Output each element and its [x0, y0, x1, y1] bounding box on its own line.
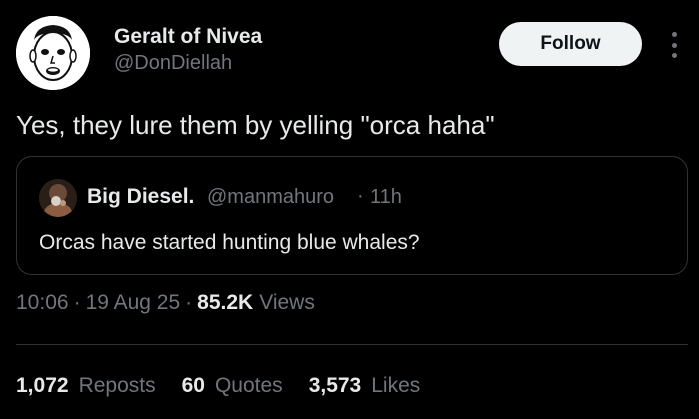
author-handle[interactable]: @DonDiellah — [114, 52, 232, 75]
quote-text: Orcas have started hunting blue whales? — [39, 231, 420, 254]
divider — [16, 344, 688, 345]
reposts-stat[interactable]: 1,072 Reposts — [16, 374, 156, 398]
quote-separator: · — [357, 185, 364, 207]
likes-label: Likes — [371, 374, 421, 397]
quote-author-handle: @manmahuro — [207, 186, 335, 208]
tweet-metadata: 10:06 · 19 Aug 25 · 85.2K Views — [16, 291, 315, 315]
post-time[interactable]: 10:06 — [16, 291, 69, 315]
meta-separator: · — [73, 291, 81, 314]
quotes-label: Quotes — [214, 374, 283, 397]
photo-avatar-icon — [39, 179, 77, 217]
quoted-tweet-card[interactable]: Big Diesel. @manmahuro · 11h Orcas have … — [16, 156, 688, 275]
reposts-count: 1,072 — [16, 374, 69, 397]
cartoon-face-icon — [16, 16, 90, 90]
dot — [671, 42, 677, 48]
author-name[interactable]: Geralt of Nivea — [114, 25, 262, 49]
more-options-icon[interactable] — [666, 30, 682, 60]
quotes-count: 60 — [181, 374, 205, 397]
quote-author-avatar[interactable] — [39, 179, 77, 217]
author-avatar[interactable] — [16, 16, 90, 90]
quote-author-name: Big Diesel. — [87, 185, 195, 208]
dot — [671, 53, 677, 58]
tweet-detail: Geralt of Nivea @DonDiellah Follow Yes, … — [0, 0, 699, 419]
quotes-stat[interactable]: 60 Quotes — [182, 374, 283, 398]
reposts-label: Reposts — [78, 374, 156, 397]
engagement-stats: 1,072 Reposts 60 Quotes 3,573 Likes — [16, 374, 446, 398]
quote-timestamp[interactable]: 11h — [370, 186, 402, 209]
views-label: Views — [259, 291, 315, 314]
follow-button[interactable]: Follow — [499, 22, 642, 66]
meta-separator: · — [185, 291, 193, 314]
tweet-text: Yes, they lure them by yelling "orca hah… — [16, 110, 495, 140]
likes-count: 3,573 — [308, 374, 362, 397]
dot — [671, 32, 677, 37]
views-count: 85.2K — [197, 291, 254, 314]
post-date[interactable]: 19 Aug 25 — [86, 291, 181, 315]
likes-stat[interactable]: 3,573 Likes — [309, 374, 421, 398]
